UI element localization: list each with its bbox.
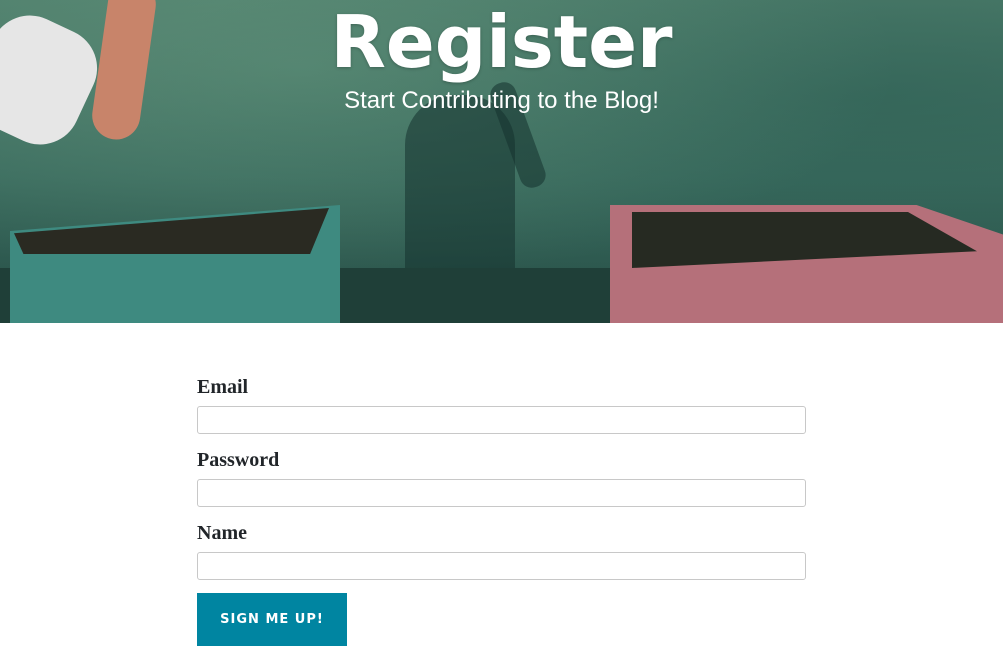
register-form: Email Password Name Sign Me Up! — [197, 374, 807, 646]
password-label: Password — [197, 449, 280, 471]
hero-shadow-figure — [405, 95, 515, 280]
page-title: Register — [330, 0, 673, 84]
email-field[interactable] — [197, 406, 806, 434]
password-field[interactable] — [197, 479, 806, 507]
page-subtitle: Start Contributing to the Blog! — [344, 87, 659, 114]
email-label: Email — [197, 376, 249, 398]
hero-text: Register Start Contributing to the Blog! — [0, 0, 1003, 116]
sign-up-button[interactable]: Sign Me Up! — [197, 593, 347, 646]
hero-header: Register Start Contributing to the Blog! — [0, 0, 1003, 323]
name-field[interactable] — [197, 552, 806, 580]
name-label: Name — [197, 522, 247, 544]
